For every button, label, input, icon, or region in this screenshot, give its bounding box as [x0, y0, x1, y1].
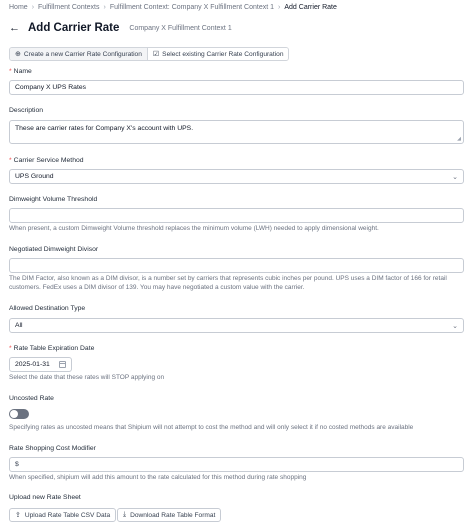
- rate-sheet-label: Upload new Rate Sheet: [9, 494, 81, 501]
- dimweight-divisor-field[interactable]: [9, 258, 464, 273]
- chevron-right-icon: ›: [103, 4, 106, 11]
- required-marker: *: [9, 157, 12, 164]
- currency-prefix: $: [15, 461, 19, 468]
- resize-handle-icon[interactable]: ◢: [457, 136, 461, 142]
- allowed-destination-type-value: All: [15, 322, 23, 329]
- name-label: * Name: [9, 68, 32, 75]
- carrier-service-method-label: * Carrier Service Method: [9, 157, 84, 164]
- uncosted-rate-label: Uncosted Rate: [9, 395, 54, 402]
- upload-rate-table-label: Upload Rate Table CSV Data: [24, 511, 111, 519]
- page-subtitle: Company X Fulfillment Context 1: [129, 24, 232, 32]
- calendar-icon[interactable]: [59, 361, 66, 368]
- allowed-destination-type-select[interactable]: All ⌄: [9, 318, 464, 333]
- expiration-date-value: 2025-01-31: [15, 361, 50, 368]
- description-field[interactable]: These are carrier rates for Company X's …: [9, 120, 464, 144]
- expiration-date-picker[interactable]: 2025-01-31: [9, 357, 72, 372]
- download-rate-table-button[interactable]: ⤓ Download Rate Table Format: [117, 508, 222, 522]
- chevron-right-icon: ›: [31, 4, 35, 11]
- description-label: Description: [9, 107, 43, 114]
- download-icon: ⤓: [123, 511, 127, 518]
- breadcrumb-context[interactable]: Fulfillment Context: Company X Fulfillme…: [110, 4, 274, 11]
- cost-modifier-field[interactable]: $: [9, 457, 464, 472]
- select-existing-config-label: Select existing Carrier Rate Configurati…: [162, 50, 284, 58]
- required-marker: *: [9, 68, 12, 75]
- cost-modifier-label: Rate Shopping Cost Modifier: [9, 445, 96, 452]
- page-header: ← Add Carrier Rate Company X Fulfillment…: [9, 22, 232, 34]
- name-value: Company X UPS Rates: [15, 84, 87, 91]
- description-value: These are carrier rates for Company X's …: [15, 125, 194, 132]
- back-arrow-icon[interactable]: ←: [9, 22, 20, 34]
- breadcrumb-home[interactable]: Home: [9, 4, 28, 11]
- page-title: Add Carrier Rate: [28, 22, 120, 34]
- chevron-down-icon: ⌄: [452, 322, 458, 330]
- breadcrumb-current: Add Carrier Rate: [284, 4, 337, 11]
- allowed-destination-type-label: Allowed Destination Type: [9, 305, 86, 312]
- dimweight-threshold-label: Dimweight Volume Threshold: [9, 196, 98, 203]
- carrier-service-method-select[interactable]: UPS Ground ⌄: [9, 169, 464, 184]
- carrier-service-method-value: UPS Ground: [15, 173, 54, 180]
- checklist-icon: ☑: [152, 51, 160, 58]
- breadcrumb-fulfillment-contexts[interactable]: Fulfillment Contexts: [38, 4, 99, 11]
- select-existing-config-button[interactable]: ☑ Select existing Carrier Rate Configura…: [146, 48, 289, 60]
- expiration-date-label: * Rate Table Expiration Date: [9, 345, 95, 352]
- dimweight-threshold-field[interactable]: [9, 208, 464, 223]
- create-new-config-label: Create a new Carrier Rate Configuration: [23, 50, 142, 58]
- download-rate-table-label: Download Rate Table Format: [130, 511, 216, 519]
- create-new-config-button[interactable]: ⊕ Create a new Carrier Rate Configuratio…: [10, 48, 147, 60]
- cost-modifier-help: When specified, shipium will add this am…: [9, 474, 307, 481]
- breadcrumb: Home › Fulfillment Contexts › Fulfillmen…: [9, 4, 337, 11]
- uncosted-rate-help: Specifying rates as uncosted means that …: [9, 424, 414, 431]
- dimweight-divisor-label: Negotiated Dimweight Divisor: [9, 246, 99, 253]
- plus-circle-icon: ⊕: [15, 51, 21, 58]
- dimweight-divisor-help: The DIM Factor, also known as a DIM divi…: [9, 275, 447, 291]
- mode-toggle: ⊕ Create a new Carrier Rate Configuratio…: [9, 47, 290, 61]
- expiration-date-help: Select the date that these rates will ST…: [9, 374, 165, 381]
- uncosted-rate-toggle[interactable]: [9, 409, 29, 419]
- chevron-right-icon: ›: [278, 4, 281, 11]
- dimweight-threshold-help: When present, a custom Dimweight Volume …: [9, 225, 379, 232]
- upload-icon: ⇪: [15, 512, 21, 519]
- required-marker: *: [9, 345, 12, 352]
- toggle-knob: [10, 410, 18, 418]
- chevron-down-icon: ⌄: [452, 173, 458, 181]
- upload-rate-table-button[interactable]: ⇪ Upload Rate Table CSV Data: [9, 508, 117, 522]
- name-field[interactable]: Company X UPS Rates: [9, 80, 464, 95]
